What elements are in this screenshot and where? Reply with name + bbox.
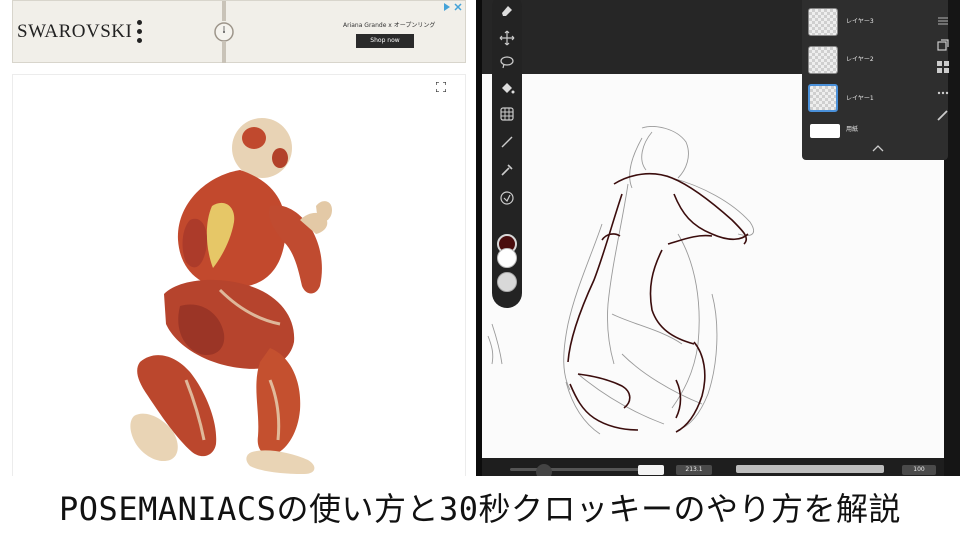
ad-brand-name: SWAROVSKI xyxy=(17,21,133,42)
color-swatch-tertiary[interactable] xyxy=(497,272,517,292)
grid-icon[interactable] xyxy=(499,106,515,122)
eraser-icon[interactable] xyxy=(499,2,515,18)
layer-thumbnail[interactable] xyxy=(808,46,838,74)
watch-icon xyxy=(214,1,234,63)
layer-name[interactable]: レイヤー2 xyxy=(846,54,874,63)
layer-name[interactable]: レイヤー3 xyxy=(846,16,874,25)
fill-bucket-icon[interactable] xyxy=(499,80,515,96)
brush-sliders[interactable] xyxy=(482,462,944,476)
layers-stack-icon[interactable] xyxy=(936,14,950,28)
ad-copy-text: Ariana Grande x オープンリング xyxy=(343,22,436,29)
more-options-icon[interactable] xyxy=(936,86,950,100)
fullscreen-icon[interactable] xyxy=(436,82,446,92)
duplicate-layer-icon[interactable] xyxy=(936,38,950,52)
layer-name[interactable]: レイヤー1 xyxy=(846,93,874,102)
tool-palette xyxy=(492,0,522,308)
brush-size-value[interactable]: 213.1 xyxy=(676,465,712,475)
brush-opacity-value[interactable]: 100 xyxy=(902,465,936,475)
ad-banner[interactable]: SWAROVSKI Ariana Grande x オープンリング Shop n… xyxy=(12,0,466,63)
chevron-up-icon[interactable] xyxy=(872,144,884,152)
pencil-icon[interactable] xyxy=(936,108,950,122)
posemaniacs-browser-pane: SWAROVSKI Ariana Grande x オープンリング Shop n… xyxy=(0,0,476,476)
layer-name[interactable]: 用紙 xyxy=(846,124,858,133)
layer-thumbnail[interactable] xyxy=(808,8,838,36)
ad-brand-dots-icon xyxy=(137,20,143,46)
move-icon[interactable] xyxy=(499,30,515,46)
paper-layer-thumbnail[interactable] xyxy=(810,124,840,138)
merge-layer-icon[interactable] xyxy=(936,60,950,74)
color-swatch-secondary[interactable] xyxy=(497,248,517,268)
ruler-icon[interactable] xyxy=(499,190,515,206)
lasso-icon[interactable] xyxy=(499,54,515,70)
line-icon[interactable] xyxy=(499,134,515,150)
layer-thumbnail-selected[interactable] xyxy=(808,84,838,112)
muscle-anatomy-figure[interactable] xyxy=(120,110,360,476)
ad-choices-icon[interactable] xyxy=(441,2,463,12)
layers-panel: レイヤー3 レイヤー2 レイヤー1 用紙 xyxy=(802,0,948,160)
ad-shop-now-button[interactable]: Shop now xyxy=(356,34,414,48)
article-caption: POSEMANIACSの使い方と30秒クロッキーのやり方を解説 xyxy=(59,490,901,528)
layer-actions-sidebar xyxy=(930,0,956,130)
eyedropper-icon[interactable] xyxy=(499,162,515,178)
